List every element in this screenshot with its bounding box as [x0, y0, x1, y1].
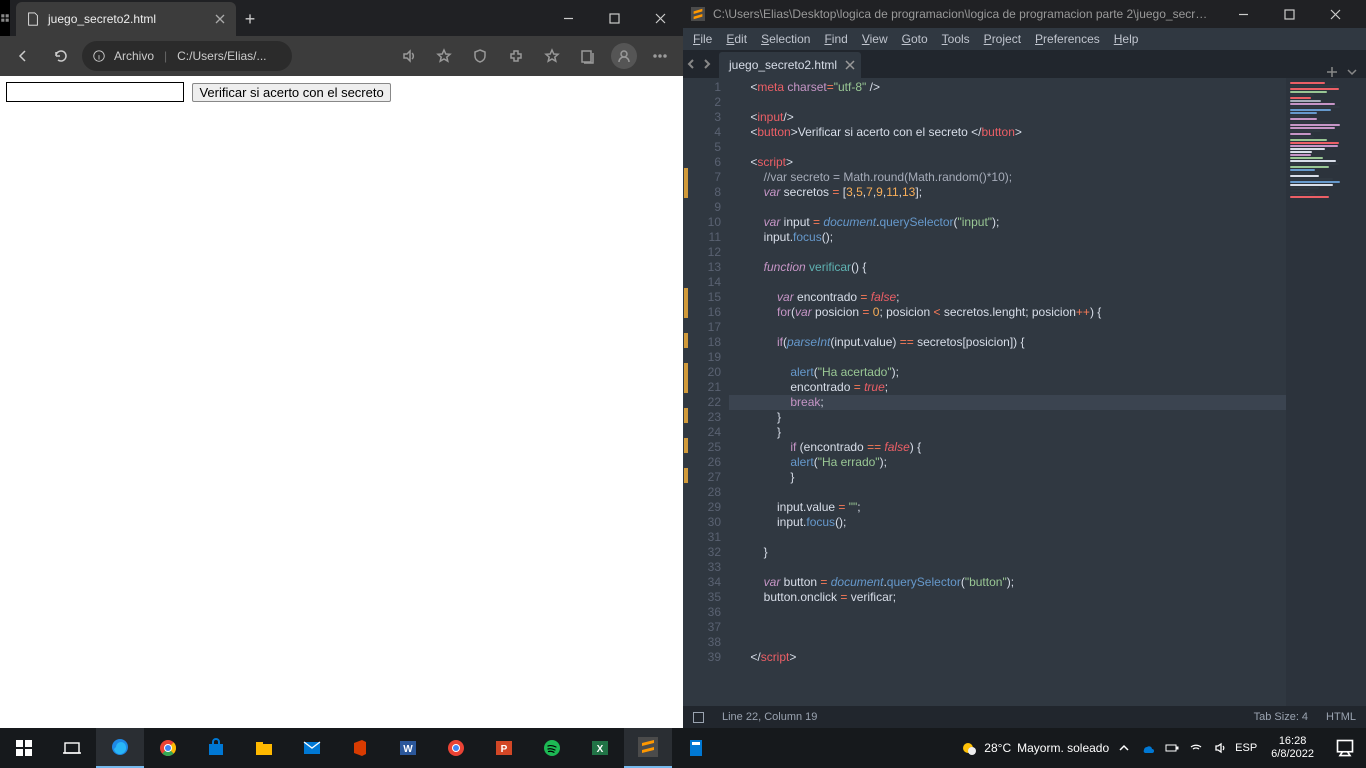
- new-tab-icon[interactable]: [1326, 66, 1338, 78]
- wifi-icon[interactable]: [1189, 741, 1203, 755]
- tab-next-button[interactable]: [699, 50, 715, 78]
- taskbar-app-edge[interactable]: [96, 728, 144, 768]
- taskbar-app-store[interactable]: [192, 728, 240, 768]
- tab-prev-button[interactable]: [683, 50, 699, 78]
- menu-item-project[interactable]: Project: [984, 32, 1021, 46]
- menu-item-tools[interactable]: Tools: [942, 32, 970, 46]
- chevron-up-icon[interactable]: [1117, 741, 1131, 755]
- clock-time: 16:28: [1271, 735, 1314, 748]
- taskbar-app-explorer[interactable]: [240, 728, 288, 768]
- minimize-button[interactable]: [1220, 0, 1266, 28]
- code-editor[interactable]: <meta charset="utf-8" /> <input/> <butto…: [729, 78, 1286, 706]
- favorites-button[interactable]: [535, 39, 569, 73]
- collections-button[interactable]: [571, 39, 605, 73]
- menu-item-edit[interactable]: Edit: [726, 32, 747, 46]
- address-bar[interactable]: Archivo | C:/Users/Elias/...: [82, 41, 292, 71]
- svg-text:P: P: [501, 744, 508, 755]
- weather-label: Mayorm. soleado: [1017, 741, 1109, 755]
- svg-text:W: W: [403, 744, 413, 755]
- weather-temp: 28°C: [984, 741, 1011, 755]
- onedrive-icon[interactable]: [1141, 741, 1155, 755]
- close-window-button[interactable]: [637, 0, 683, 36]
- address-path: C:/Users/Elias/...: [177, 49, 266, 63]
- file-tab[interactable]: juego_secreto2.html: [719, 52, 861, 78]
- volume-icon[interactable]: [1213, 741, 1227, 755]
- menu-item-view[interactable]: View: [862, 32, 888, 46]
- guess-input[interactable]: [6, 82, 184, 102]
- read-aloud-button[interactable]: [391, 39, 425, 73]
- shield-icon[interactable]: [463, 39, 497, 73]
- line-number-gutter[interactable]: 1234567891011121314151617181920212223242…: [689, 78, 729, 706]
- menu-item-find[interactable]: Find: [824, 32, 847, 46]
- tab-bar: juego_secreto2.html: [683, 50, 1366, 78]
- weather-widget[interactable]: 28°C Mayorm. soleado: [958, 738, 1109, 758]
- taskbar-app-powerpoint[interactable]: P: [480, 728, 528, 768]
- clock-date: 6/8/2022: [1271, 748, 1314, 761]
- svg-text:X: X: [597, 744, 604, 755]
- profile-button[interactable]: [607, 39, 641, 73]
- editor-body: 1234567891011121314151617181920212223242…: [683, 78, 1366, 706]
- menu-button[interactable]: [643, 39, 677, 73]
- favorite-button[interactable]: [427, 39, 461, 73]
- address-separator: |: [164, 49, 167, 63]
- back-button[interactable]: [6, 39, 40, 73]
- minimap[interactable]: [1286, 78, 1366, 706]
- task-view-button[interactable]: [48, 728, 96, 768]
- language-indicator[interactable]: ESP: [1235, 742, 1257, 754]
- sublime-text-window: C:\Users\Elias\Desktop\logica de program…: [683, 0, 1366, 728]
- sublime-titlebar[interactable]: C:\Users\Elias\Desktop\logica de program…: [683, 0, 1366, 28]
- menu-item-selection[interactable]: Selection: [761, 32, 810, 46]
- edge-toolbar: Archivo | C:/Users/Elias/...: [0, 36, 683, 76]
- cursor-position: Line 22, Column 19: [722, 711, 817, 723]
- taskbar-app-spotify[interactable]: [528, 728, 576, 768]
- sublime-logo-icon: [691, 7, 705, 21]
- info-icon: [92, 49, 106, 63]
- taskbar-app-word[interactable]: W: [384, 728, 432, 768]
- menu-item-help[interactable]: Help: [1114, 32, 1139, 46]
- taskbar-app-sublime[interactable]: [624, 728, 672, 768]
- taskbar-app-calculator[interactable]: [672, 728, 720, 768]
- syntax-indicator[interactable]: HTML: [1326, 711, 1356, 723]
- status-bar: Line 22, Column 19 Tab Size: 4 HTML: [683, 706, 1366, 728]
- file-icon: [26, 12, 40, 26]
- page-content: Verificar si acerto con el secreto: [0, 76, 683, 728]
- tab-size-indicator[interactable]: Tab Size: 4: [1254, 711, 1308, 723]
- maximize-button[interactable]: [1266, 0, 1312, 28]
- taskbar-app-chrome-2[interactable]: [432, 728, 480, 768]
- maximize-button[interactable]: [591, 0, 637, 36]
- menu-item-goto[interactable]: Goto: [902, 32, 928, 46]
- refresh-button[interactable]: [44, 39, 78, 73]
- sun-icon: [958, 738, 978, 758]
- extensions-button[interactable]: [499, 39, 533, 73]
- system-tray[interactable]: [1117, 741, 1227, 755]
- notifications-button[interactable]: [1328, 728, 1362, 768]
- browser-tab[interactable]: juego_secreto2.html: [16, 2, 236, 36]
- start-button[interactable]: [0, 728, 48, 768]
- taskbar-app-chrome[interactable]: [144, 728, 192, 768]
- edge-titlebar[interactable]: juego_secreto2.html +: [0, 0, 683, 36]
- address-scheme: Archivo: [114, 49, 154, 63]
- taskbar-app-mail[interactable]: [288, 728, 336, 768]
- new-tab-button[interactable]: +: [236, 2, 264, 36]
- window-title-path: C:\Users\Elias\Desktop\logica de program…: [713, 7, 1212, 21]
- minimize-button[interactable]: [545, 0, 591, 36]
- tab-actions-button[interactable]: [0, 0, 10, 36]
- tab-title: juego_secreto2.html: [48, 12, 156, 26]
- windows-taskbar[interactable]: W P X 28°C Mayorm. soleado ESP 16:28 6/8…: [0, 728, 1366, 768]
- close-window-button[interactable]: [1312, 0, 1358, 28]
- tab-dropdown-icon[interactable]: [1346, 66, 1358, 78]
- close-tab-icon[interactable]: [845, 60, 855, 70]
- verify-button[interactable]: Verificar si acerto con el secreto: [192, 83, 390, 102]
- taskbar-app-office[interactable]: [336, 728, 384, 768]
- edge-browser-window: juego_secreto2.html + Archivo | C:/Users…: [0, 0, 683, 728]
- menu-bar[interactable]: File Edit Selection Find View Goto Tools Projec…: [683, 28, 1366, 50]
- menu-item-file[interactable]: File: [693, 32, 712, 46]
- close-tab-icon[interactable]: [214, 13, 226, 25]
- battery-icon[interactable]: [1165, 741, 1179, 755]
- menu-item-preferences[interactable]: Preferences: [1035, 32, 1100, 46]
- clock[interactable]: 16:28 6/8/2022: [1265, 735, 1320, 761]
- panel-toggle-icon[interactable]: [693, 712, 704, 723]
- tab-label: juego_secreto2.html: [729, 58, 837, 72]
- taskbar-app-excel[interactable]: X: [576, 728, 624, 768]
